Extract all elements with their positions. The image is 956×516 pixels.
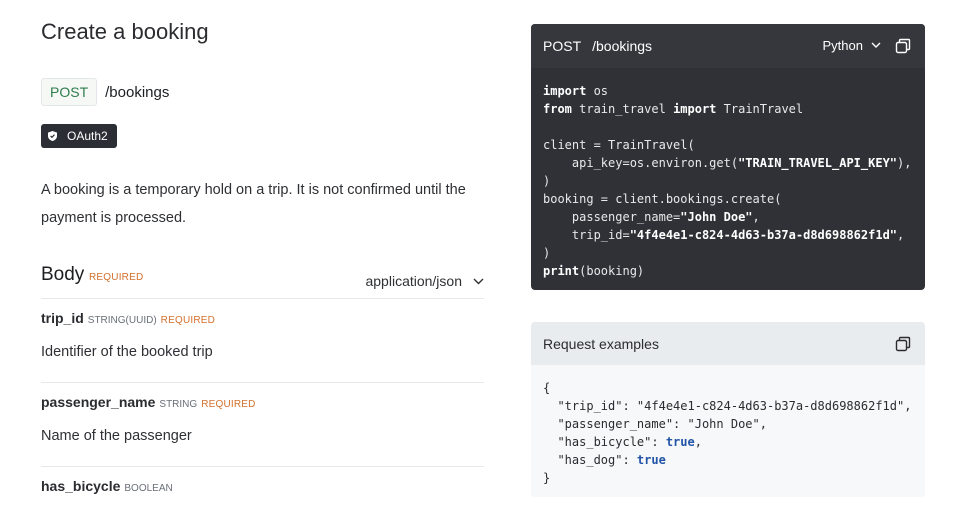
field-required: REQUIRED xyxy=(201,399,256,410)
code-keyword: print xyxy=(543,264,580,278)
field-head: trip_id STRING(UUID) REQUIRED xyxy=(41,310,215,326)
field-type: STRING(UUID) xyxy=(87,315,157,326)
field-type: STRING xyxy=(159,399,198,410)
code-string: "4f4e4e1-c824-4d63-b37a-d8d698862f1d" xyxy=(629,228,898,242)
code-string: "John Doe" xyxy=(680,210,753,224)
content-type-value: application/json xyxy=(365,273,462,289)
chevron-down-icon xyxy=(473,278,484,284)
json-line: } xyxy=(543,471,551,485)
method-badge: POST xyxy=(41,78,98,106)
auth-badge[interactable]: OAuth2 xyxy=(41,124,117,148)
field-description: Identifier of the booked trip xyxy=(41,344,213,360)
field-name: passenger_name xyxy=(41,394,156,410)
field-required: REQUIRED xyxy=(160,315,216,326)
code-line: ) xyxy=(543,246,551,260)
code-sample-card: POST /bookings Python import os from trai… xyxy=(531,24,925,290)
json-line: "trip_id": "4f4e4e1-c824-4d63-b37a-d8d69… xyxy=(543,399,912,413)
json-line: { xyxy=(543,381,551,395)
code-sample-body: import os from train_travel import TrainT… xyxy=(531,68,925,280)
code-method: POST xyxy=(543,38,582,54)
code-sample-header: POST /bookings Python xyxy=(531,24,925,68)
field-row: passenger_name STRING REQUIRED Name of t… xyxy=(41,394,484,467)
code-path: /bookings xyxy=(592,38,653,54)
request-examples-card: Request examples { "trip_id": "4f4e4e1-c… xyxy=(531,322,925,497)
code-line: trip_id="4f4e4e1-c824-4d63-b37a-d8d69886… xyxy=(543,228,905,242)
field-head: passenger_name STRING REQUIRED xyxy=(41,394,256,410)
json-line: "has_bicycle": true, xyxy=(543,435,702,449)
language-select[interactable]: Python xyxy=(823,38,881,53)
json-line: "has_dog": true xyxy=(543,453,666,467)
code-keyword: import xyxy=(673,102,717,116)
code-line: print(booking) xyxy=(543,264,645,278)
field-row: trip_id STRING(UUID) REQUIRED Identifier… xyxy=(41,310,484,383)
json-boolean: true xyxy=(636,453,666,467)
code-string: "TRAIN_TRAVEL_API_KEY" xyxy=(738,156,898,170)
json-boolean: true xyxy=(665,435,695,449)
code-keyword: from xyxy=(543,102,572,116)
field-description: Name of the passenger xyxy=(41,428,192,444)
endpoint-description: A booking is a temporary hold on a trip.… xyxy=(41,182,466,226)
code-line: ) xyxy=(543,174,551,188)
field-type: BOOLEAN xyxy=(124,483,173,494)
code-line: client = TrainTravel( xyxy=(543,138,695,152)
request-examples-title: Request examples xyxy=(543,335,659,352)
code-line: booking = client.bookings.create( xyxy=(543,192,782,206)
field-row: has_bicycle BOOLEAN xyxy=(41,478,484,516)
content-type-select[interactable]: application/json xyxy=(365,273,484,289)
request-examples-body: { "trip_id": "4f4e4e1-c824-4d63-b37a-d8d… xyxy=(531,365,925,487)
code-keyword: import xyxy=(543,84,587,98)
page-title: Create a booking xyxy=(41,19,209,44)
field-name: trip_id xyxy=(41,310,84,326)
field-head: has_bicycle BOOLEAN xyxy=(41,478,173,494)
code-line: passenger_name="John Doe", xyxy=(543,210,760,224)
language-value: Python xyxy=(822,38,863,53)
chevron-down-icon xyxy=(871,42,881,48)
copy-icon[interactable] xyxy=(895,38,911,54)
code-line: import os xyxy=(543,84,609,98)
code-line: api_key=os.environ.get("TRAIN_TRAVEL_API… xyxy=(543,156,912,170)
endpoint-path: /bookings xyxy=(105,83,170,101)
body-header: Body REQUIRED application/json xyxy=(41,263,484,299)
auth-label: OAuth2 xyxy=(67,129,108,143)
request-examples-header: Request examples xyxy=(531,322,925,365)
body-required-label: REQUIRED xyxy=(89,272,144,283)
copy-icon[interactable] xyxy=(895,336,911,352)
shield-icon xyxy=(48,131,57,141)
field-name: has_bicycle xyxy=(41,478,121,494)
code-line: from train_travel import TrainTravel xyxy=(543,102,804,116)
endpoint-row: POST /bookings xyxy=(41,78,169,106)
json-line: "passenger_name": "John Doe", xyxy=(543,417,767,431)
body-title: Body xyxy=(41,264,85,285)
